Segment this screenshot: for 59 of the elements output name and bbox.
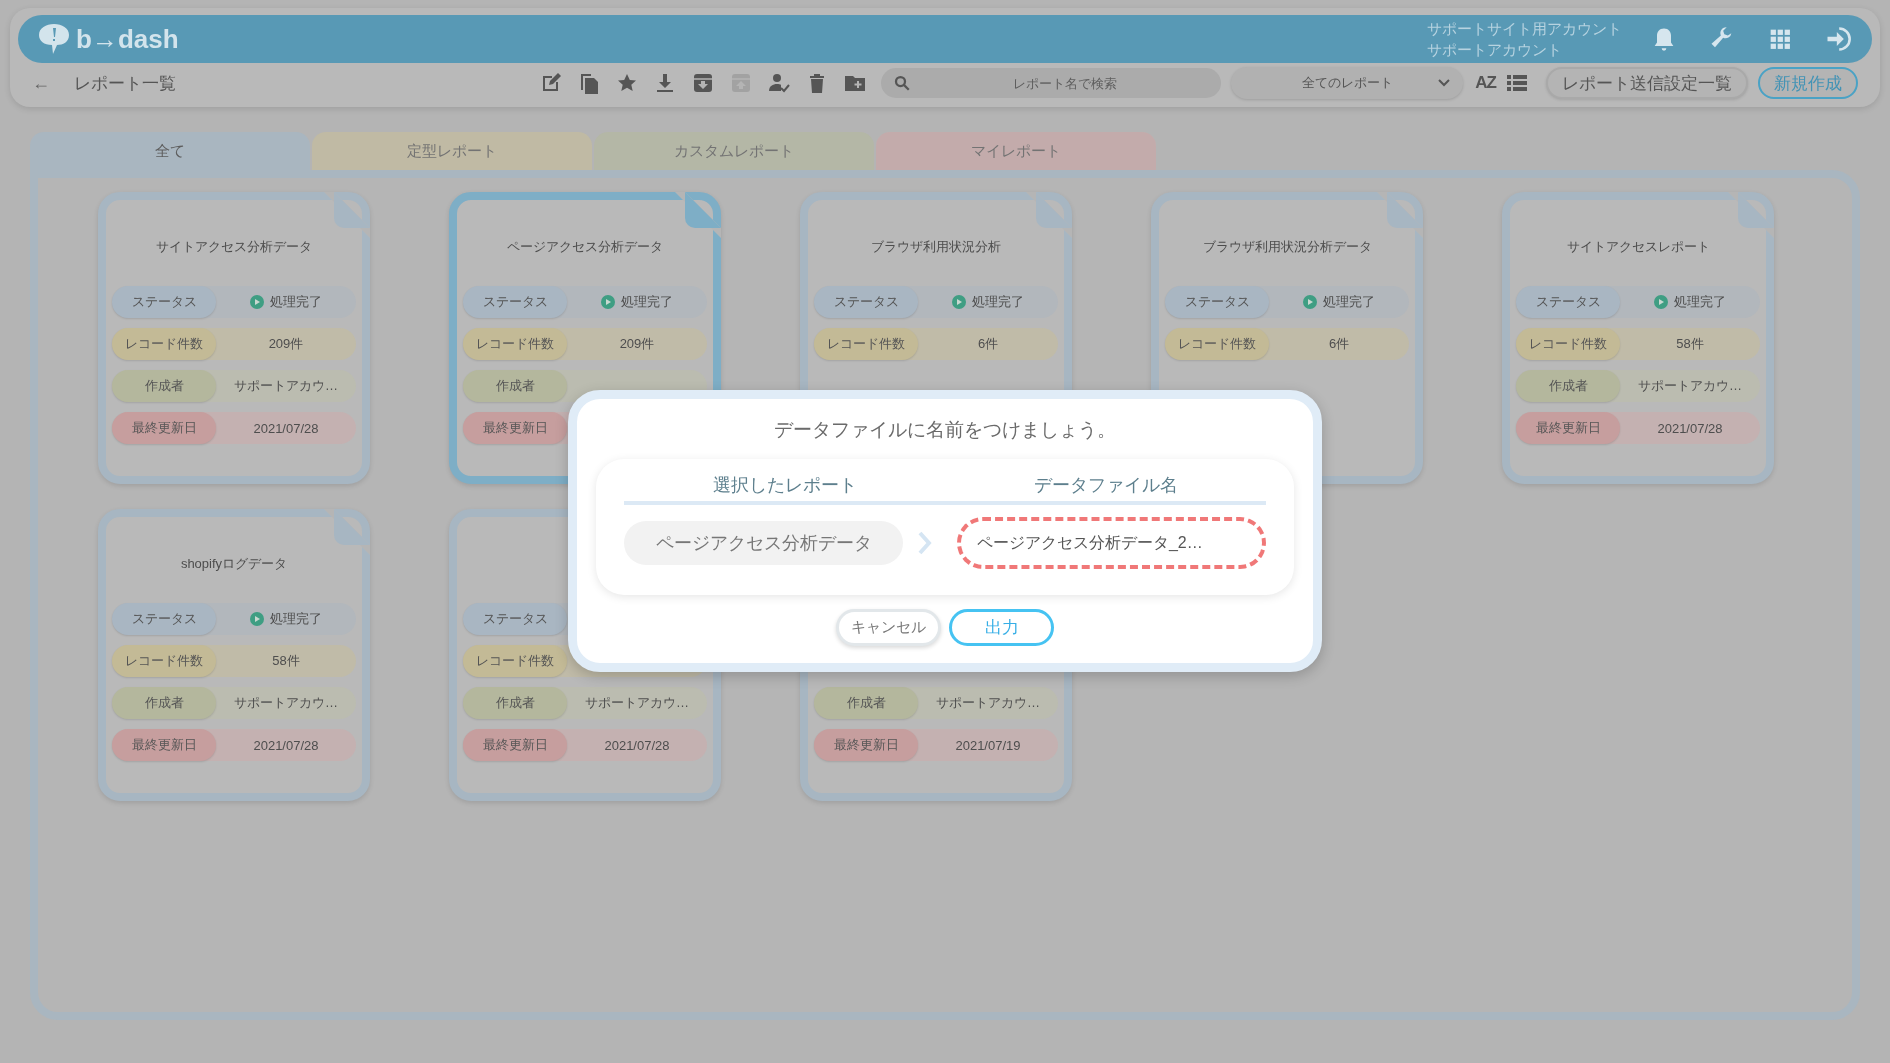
field-value: 処理完了 xyxy=(1674,293,1726,311)
account-name: サポートアカウント xyxy=(1427,40,1563,60)
card-title: ブラウザ利用状況分析データ xyxy=(1202,239,1372,254)
field-label: 作成者 xyxy=(112,687,216,719)
field-label: ステータス xyxy=(112,286,216,318)
field-value: 2021/07/28 xyxy=(253,737,319,753)
field-label: 作成者 xyxy=(1516,370,1620,402)
field-value: サポートアカウ… xyxy=(234,694,338,712)
field-label: レコード件数 xyxy=(1165,328,1269,360)
field-value: 209件 xyxy=(268,335,304,353)
field-value: 処理完了 xyxy=(972,293,1024,311)
field-label: レコード件数 xyxy=(112,328,216,360)
logo-text: b→dash xyxy=(76,23,179,55)
field-label: ステータス xyxy=(463,603,567,635)
field-label: ステータス xyxy=(463,286,567,318)
field-value: 2021/07/28 xyxy=(1657,420,1723,436)
card-title: ブラウザ利用状況分析 xyxy=(871,239,1001,254)
field-value: 処理完了 xyxy=(270,610,322,628)
field-value: 2021/07/19 xyxy=(955,737,1021,753)
card-title: shopifyログデータ xyxy=(180,556,288,571)
field-label: ステータス xyxy=(814,286,918,318)
field-label: 最終更新日 xyxy=(463,412,567,444)
field-label: ステータス xyxy=(112,603,216,635)
field-label: レコード件数 xyxy=(463,645,567,677)
field-value: サポートアカウ… xyxy=(1638,377,1742,395)
field-value: 処理完了 xyxy=(1323,293,1375,311)
field-label: 最終更新日 xyxy=(112,412,216,444)
field-value: 209件 xyxy=(619,335,655,353)
field-label: ステータス xyxy=(1516,286,1620,318)
field-value: 処理完了 xyxy=(270,293,322,311)
field-label: 作成者 xyxy=(463,370,567,402)
field-label: 最終更新日 xyxy=(1516,412,1620,444)
field-value: 2021/07/28 xyxy=(253,420,319,436)
field-label: 作成者 xyxy=(814,687,918,719)
field-label: ステータス xyxy=(1165,286,1269,318)
field-value: 58件 xyxy=(1676,335,1704,353)
field-value: 2021/07/28 xyxy=(604,737,670,753)
page-title: レポート一覧 xyxy=(74,72,176,95)
field-label: 作成者 xyxy=(112,370,216,402)
card-title: ページアクセス分析データ xyxy=(507,239,663,254)
field-value: サポートアカウ… xyxy=(585,694,689,712)
field-label: 最終更新日 xyxy=(112,729,216,761)
selected-report: ページアクセス分析データ xyxy=(624,521,903,565)
card-title: サイトアクセス分析データ xyxy=(156,239,312,254)
field-value: サポートアカウ… xyxy=(234,377,338,395)
field-label: レコード件数 xyxy=(1516,328,1620,360)
card-title: サイトアクセスレポート xyxy=(1566,239,1710,254)
account-name: サポートサイト用アカウント xyxy=(1427,19,1622,39)
field-value: 6件 xyxy=(977,335,999,353)
field-label: レコード件数 xyxy=(814,328,918,360)
field-label: 最終更新日 xyxy=(814,729,918,761)
field-value: サポートアカウ… xyxy=(936,694,1040,712)
field-label: 最終更新日 xyxy=(463,729,567,761)
field-label: レコード件数 xyxy=(112,645,216,677)
field-value: 6件 xyxy=(1328,335,1350,353)
field-label: 作成者 xyxy=(463,687,567,719)
field-value: 58件 xyxy=(272,652,300,670)
field-label: レコード件数 xyxy=(463,328,567,360)
field-value: 処理完了 xyxy=(621,293,673,311)
